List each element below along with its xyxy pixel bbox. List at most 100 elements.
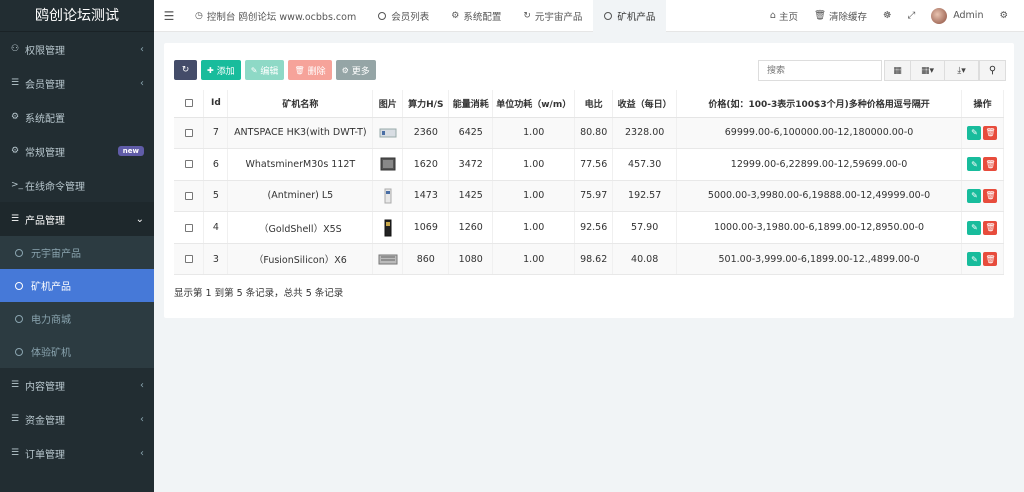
search-icon[interactable]: ⚲ bbox=[979, 60, 1006, 81]
sidebar-item-orders[interactable]: ☰ 订单管理 ‹ bbox=[0, 436, 154, 470]
sidebar-sub-power-mall[interactable]: 电力商城 bbox=[0, 302, 154, 335]
table-row[interactable]: 3 （FusionSilicon）X6 860 1080 1.00 98.62 … bbox=[174, 243, 1005, 276]
delete-row-button[interactable]: 🗑 bbox=[983, 220, 998, 235]
chevron-left-icon: ‹ bbox=[140, 447, 144, 459]
cell-name: （GoldShell）X5S bbox=[227, 211, 374, 244]
cell-income: 457.30 bbox=[612, 148, 678, 181]
circle-icon bbox=[15, 314, 23, 323]
cell-image[interactable] bbox=[372, 148, 404, 181]
cell-image[interactable] bbox=[372, 180, 404, 213]
refresh-icon: ↻ bbox=[181, 65, 190, 75]
right-nav: ⌂ 主页 🗑 清除缓存 ☸ ⤢ Admin ⚙ bbox=[762, 0, 1024, 32]
app-title: 鸥创论坛测试 bbox=[0, 0, 154, 32]
sidebar-item-members[interactable]: ☰ 会员管理 ‹ bbox=[0, 66, 154, 100]
row-checkbox[interactable] bbox=[184, 223, 193, 232]
table-row[interactable]: 4 （GoldShell）X5S 1069 1260 1.00 92.56 57… bbox=[174, 211, 1005, 244]
tab-dashboard[interactable]: ◷ 控制台 鸥创论坛 www.ocbbs.com bbox=[184, 0, 367, 32]
delete-row-button[interactable]: 🗑 bbox=[983, 252, 998, 267]
col-unit-power[interactable]: 单位功耗（w/m） bbox=[492, 90, 576, 118]
cell-hashrate: 2360 bbox=[402, 117, 450, 150]
tab-member-list[interactable]: 会员列表 bbox=[367, 0, 440, 32]
col-ratio[interactable]: 电比 bbox=[574, 90, 614, 118]
edit-row-button[interactable]: ✎ bbox=[967, 252, 982, 267]
sidebar-sub-trial-miner[interactable]: 体验矿机 bbox=[0, 335, 154, 368]
col-image: 图片 bbox=[372, 90, 404, 118]
sidebar-sub-miners[interactable]: 矿机产品 bbox=[0, 269, 154, 302]
cell-name: WhatsminerM30s 112T bbox=[227, 148, 374, 181]
edit-button[interactable]: ✎ 编辑 bbox=[244, 60, 285, 80]
cell-image[interactable] bbox=[372, 117, 404, 150]
more-button[interactable]: ⚙ 更多 bbox=[335, 60, 376, 80]
delete-button[interactable]: 🗑 删除 bbox=[288, 60, 332, 80]
cell-image[interactable] bbox=[372, 211, 404, 244]
search-input[interactable] bbox=[758, 60, 882, 81]
table-row[interactable]: 7 ANTSPACE HK3(with DWT-T) 2360 6425 1.0… bbox=[174, 117, 1005, 150]
cell-hashrate: 1620 bbox=[402, 148, 450, 181]
sidebar-item-system-config[interactable]: ⚙ 系统配置 bbox=[0, 100, 154, 134]
delete-row-button[interactable]: 🗑 bbox=[983, 157, 998, 172]
cell-ratio: 77.56 bbox=[574, 148, 614, 181]
edit-row-button[interactable]: ✎ bbox=[967, 188, 982, 203]
user-menu[interactable]: Admin bbox=[923, 7, 991, 24]
table-row[interactable]: 5 (Antminer) L5 1473 1425 1.00 75.97 192… bbox=[174, 180, 1005, 213]
cell-id: 3 bbox=[203, 243, 229, 276]
refresh-icon: ↻ bbox=[523, 10, 531, 21]
settings-icon[interactable]: ⚙ bbox=[991, 10, 1016, 21]
sidebar-item-general[interactable]: ⚙ 常规管理 new bbox=[0, 134, 154, 168]
sidebar-sub-metaverse[interactable]: 元宇宙产品 bbox=[0, 236, 154, 269]
sidebar-item-funds[interactable]: ☰ 资金管理 ‹ bbox=[0, 402, 154, 436]
col-hashrate[interactable]: 算力H/S bbox=[402, 90, 450, 118]
checkbox[interactable] bbox=[184, 98, 193, 107]
tab-metaverse-products[interactable]: ↻ 元宇宙产品 bbox=[512, 0, 593, 32]
row-checkbox[interactable] bbox=[184, 160, 193, 169]
row-checkbox[interactable] bbox=[184, 128, 193, 137]
cell-energy: 3472 bbox=[448, 148, 494, 181]
delete-row-button[interactable]: 🗑 bbox=[983, 188, 998, 203]
language-icon[interactable]: ☸ bbox=[875, 10, 900, 21]
new-badge: new bbox=[117, 146, 144, 156]
chevron-left-icon: ‹ bbox=[140, 43, 144, 55]
cell-ratio: 92.56 bbox=[574, 211, 614, 244]
toggle-view-icon[interactable]: ▦ bbox=[884, 60, 911, 81]
edit-row-button[interactable]: ✎ bbox=[967, 220, 982, 235]
select-all-checkbox[interactable] bbox=[174, 90, 205, 118]
miner-image bbox=[379, 128, 397, 138]
export-dropdown-icon[interactable]: ⤓▾ bbox=[945, 60, 979, 81]
cell-unit-power: 1.00 bbox=[492, 211, 576, 244]
menu-toggle-icon[interactable]: ☰ bbox=[154, 9, 184, 23]
sidebar-item-products[interactable]: ☰ 产品管理 ⌄ bbox=[0, 202, 154, 236]
columns-dropdown-icon[interactable]: ▦▾ bbox=[911, 60, 945, 81]
sidebar-item-online-command[interactable]: >_ 在线命令管理 bbox=[0, 168, 154, 202]
sidebar: 鸥创论坛测试 ⚇ 权限管理 ‹ ☰ 会员管理 ‹ ⚙ 系统配置 ⚙ 常规管理 new >_ 在线… bbox=[0, 0, 154, 492]
delete-row-button[interactable]: 🗑 bbox=[983, 125, 998, 140]
col-price[interactable]: 价格(如：100-3表示100$3个月)多种价格用逗号隔开 bbox=[676, 90, 962, 118]
row-checkbox[interactable] bbox=[184, 191, 193, 200]
col-id[interactable]: Id bbox=[203, 90, 229, 118]
col-income[interactable]: 收益（每日） bbox=[612, 90, 678, 118]
cell-name: ANTSPACE HK3(with DWT-T) bbox=[227, 117, 374, 150]
cell-unit-power: 1.00 bbox=[492, 148, 576, 181]
cell-id: 5 bbox=[203, 180, 229, 213]
tab-miner-products[interactable]: 矿机产品 bbox=[593, 0, 667, 32]
tab-system-config[interactable]: ⚙ 系统配置 bbox=[440, 0, 512, 32]
sidebar-item-content[interactable]: ☰ 内容管理 ‹ bbox=[0, 368, 154, 402]
circle-icon bbox=[15, 281, 23, 290]
table-row[interactable]: 6 WhatsminerM30s 112T 1620 3472 1.00 77.… bbox=[174, 148, 1005, 181]
fullscreen-icon[interactable]: ⤢ bbox=[900, 10, 924, 21]
refresh-button[interactable]: ↻ bbox=[174, 60, 197, 80]
sidebar-item-permissions[interactable]: ⚇ 权限管理 ‹ bbox=[0, 32, 154, 66]
miner-image bbox=[384, 219, 392, 237]
row-checkbox[interactable] bbox=[184, 255, 193, 264]
home-link[interactable]: ⌂ 主页 bbox=[762, 9, 806, 23]
cell-image[interactable] bbox=[372, 243, 404, 276]
avatar bbox=[931, 7, 948, 24]
cell-ratio: 80.80 bbox=[574, 117, 614, 150]
col-name[interactable]: 矿机名称 bbox=[227, 90, 374, 118]
clear-cache-button[interactable]: 🗑 清除缓存 bbox=[806, 9, 875, 23]
edit-row-button[interactable]: ✎ bbox=[967, 125, 982, 140]
col-energy[interactable]: 能量消耗 bbox=[448, 90, 494, 118]
circle-icon bbox=[604, 11, 613, 20]
edit-row-button[interactable]: ✎ bbox=[967, 157, 982, 172]
add-button[interactable]: ✚ 添加 bbox=[201, 60, 241, 80]
miner-image bbox=[378, 254, 398, 265]
